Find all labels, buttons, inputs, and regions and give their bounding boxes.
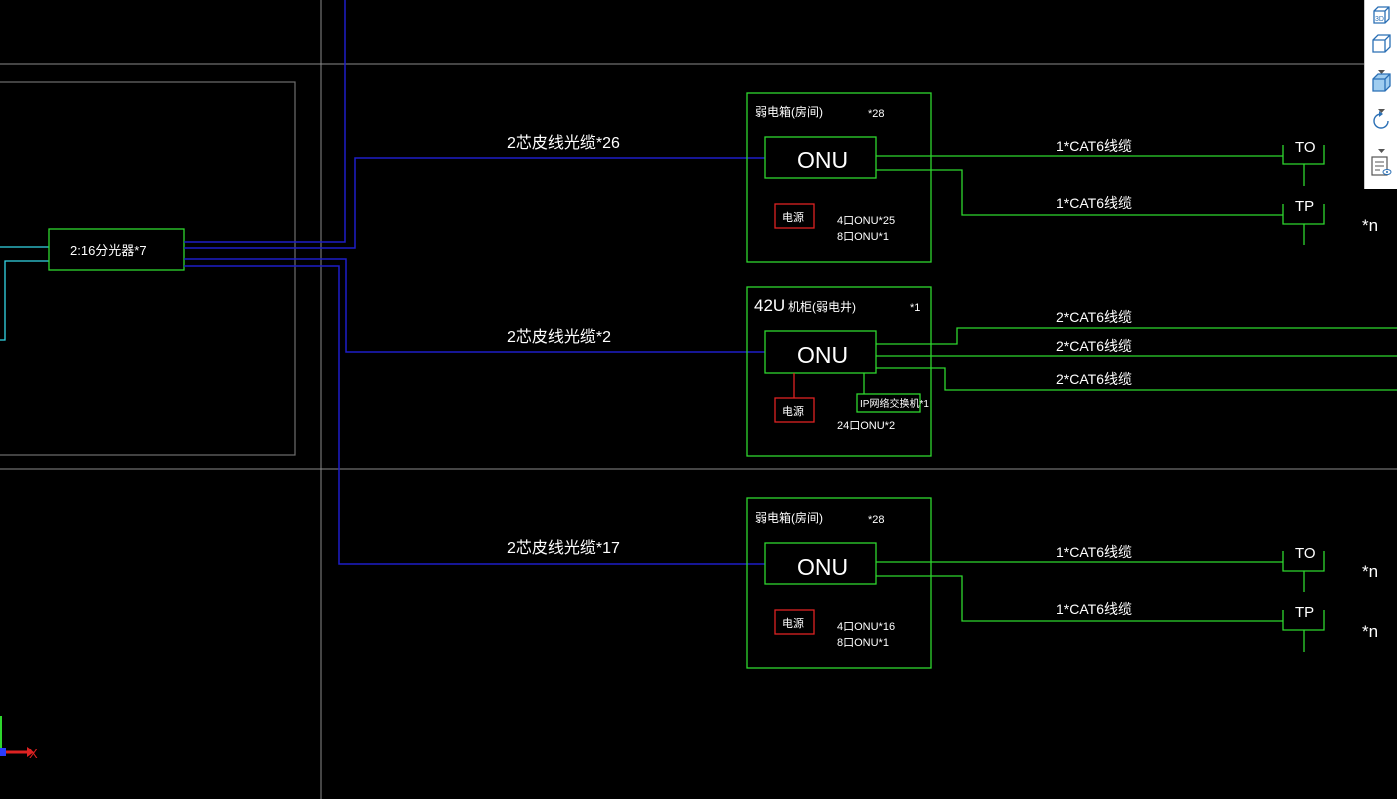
room-2-cable-label-2: 1*CAT6线缆: [1056, 601, 1132, 617]
ucs-origin-marker: [0, 748, 6, 756]
multiplier-label-3: *n: [1362, 622, 1378, 641]
cabinet-room-1-count: *28: [868, 108, 885, 120]
feed-label-room-2: 2芯皮线光缆*17: [507, 539, 620, 557]
view-cube-icon[interactable]: [1369, 32, 1393, 56]
fiber-cables: [184, 0, 765, 565]
view-manager-icon[interactable]: [1369, 154, 1393, 178]
chevron-down-icon[interactable]: [1377, 99, 1386, 113]
left-equipment-frame: [0, 81, 296, 456]
cabinet-shaft-title-big: 42U: [754, 296, 785, 315]
cabinet-room-2[interactable]: 弱电箱(房间) *28 ONU 电源 4口ONU*16 8口ONU*1: [746, 497, 932, 669]
to-label-1: TO: [1295, 139, 1316, 156]
shaft-cable-label-2: 2*CAT6线缆: [1056, 338, 1132, 354]
view-toolbar: 3D: [1364, 0, 1397, 189]
shaft-cat6-lines: [876, 327, 1397, 391]
3d-view-icon[interactable]: 3D: [1369, 4, 1393, 28]
onu-label-shaft: ONU: [797, 342, 848, 368]
cabinet-room-1-title: 弱电箱(房间): [755, 104, 823, 119]
tp-label-1: TP: [1295, 198, 1314, 215]
fiber-to-shaft: [184, 258, 765, 353]
splitter-label: 2:16分光器*7: [70, 243, 147, 258]
cabinet-room-2-note-2: 8口ONU*1: [837, 637, 889, 649]
to-label-2: TO: [1295, 545, 1316, 562]
tp-label-2: TP: [1295, 604, 1314, 621]
svg-text:3D: 3D: [1375, 16, 1384, 23]
fiber-to-room-2: [184, 265, 765, 565]
power-label-room-2: 电源: [782, 616, 804, 630]
multiplier-label-2: *n: [1362, 562, 1378, 581]
cabinet-room-1-note-1: 4口ONU*25: [837, 215, 895, 227]
feed-label-room-1: 2芯皮线光缆*26: [507, 134, 620, 152]
multiplier-label-1: *n: [1362, 216, 1378, 235]
chevron-down-icon[interactable]: [1377, 139, 1386, 153]
ucs-icon: X: [0, 716, 38, 761]
shaft-cable-label-3: 2*CAT6线缆: [1056, 371, 1132, 387]
cyan-line-2: [0, 260, 49, 341]
ucs-x-label: X: [29, 746, 38, 761]
power-label-room-1: 电源: [782, 210, 804, 224]
cad-drawing-canvas[interactable]: 2:16分光器*7 2芯皮线光缆*26 2芯皮线光缆*2 2芯皮线光缆*17 弱…: [0, 0, 1397, 799]
shaft-cable-label-1: 2*CAT6线缆: [1056, 309, 1132, 325]
orbit-icon[interactable]: [1369, 109, 1393, 133]
cyan-input-lines: [0, 246, 49, 341]
cabinet-room-2-count: *28: [868, 514, 885, 526]
shaft-line-3: [876, 367, 1397, 391]
cabinet-shaft-note-1: 24口ONU*2: [837, 420, 895, 432]
feed-label-shaft: 2芯皮线光缆*2: [507, 328, 611, 346]
fiber-to-room-1: [184, 157, 765, 249]
onu-label-room-1: ONU: [797, 147, 848, 173]
cabinet-room-1-note-2: 8口ONU*1: [837, 231, 889, 243]
room-2-cable-label-1: 1*CAT6线缆: [1056, 544, 1132, 560]
ip-switch-label: IP网络交换机*1: [860, 397, 929, 410]
cabinet-room-1[interactable]: 弱电箱(房间) *28 ONU 电源 4口ONU*25 8口ONU*1: [746, 92, 932, 263]
shaded-cube-icon[interactable]: [1369, 71, 1393, 95]
room-1-cable-label-1: 1*CAT6线缆: [1056, 138, 1132, 154]
viewport-border-lines: [0, 0, 1397, 799]
cabinet-shaft-count: *1: [910, 302, 920, 314]
cabinet-room-2-note-1: 4口ONU*16: [837, 621, 895, 633]
chevron-down-icon[interactable]: [1377, 60, 1386, 74]
cabinet-shaft-title: 机柜(弱电井): [788, 300, 856, 314]
power-label-shaft: 电源: [782, 404, 804, 418]
onu-label-room-2: ONU: [797, 554, 848, 580]
shaft-line-1: [876, 327, 1397, 345]
room-1-cable-label-2: 1*CAT6线缆: [1056, 195, 1132, 211]
cabinet-shaft[interactable]: 42U 机柜(弱电井) *1 ONU 电源 IP网络交换机*1 24口ONU*2: [746, 286, 932, 457]
cabinet-room-2-title: 弱电箱(房间): [755, 510, 823, 525]
